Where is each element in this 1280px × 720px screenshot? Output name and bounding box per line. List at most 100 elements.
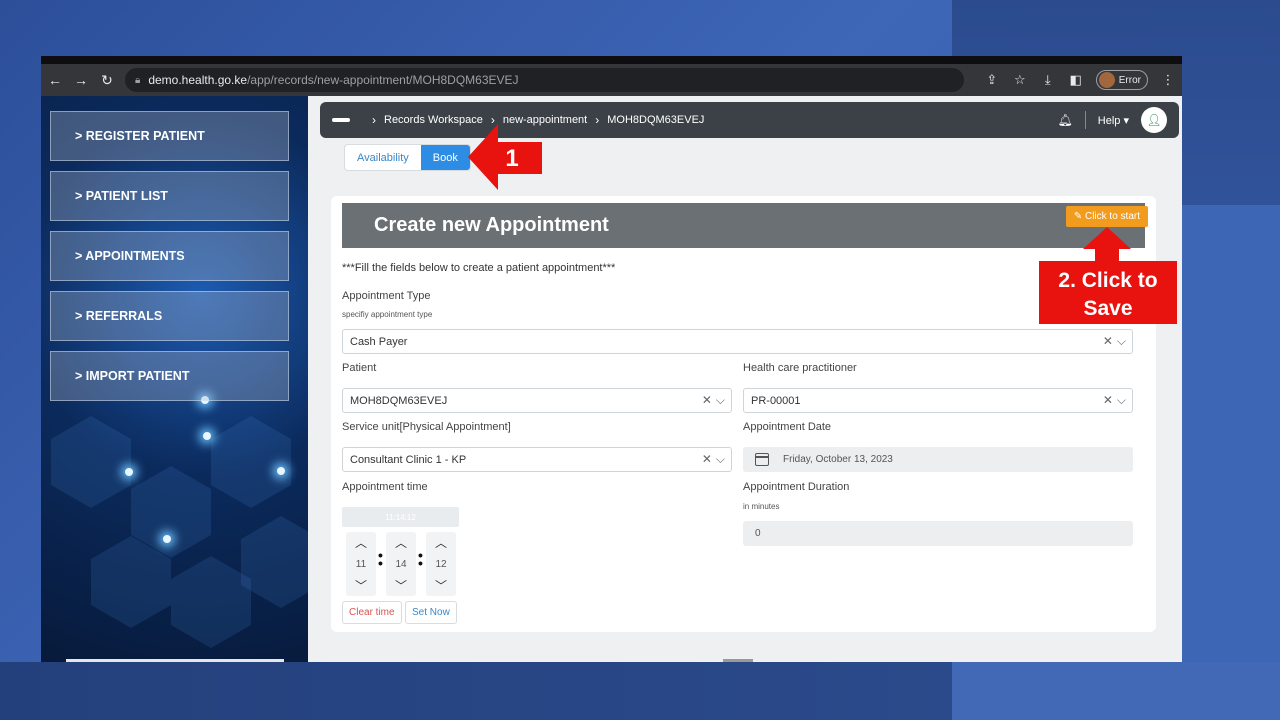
appointment-form-card: Create new Appointment ✎ Click to start …: [331, 196, 1156, 632]
appointment-type-select[interactable]: Cash Payer ✕ ⌵: [342, 329, 1133, 354]
patient-label: Patient: [342, 362, 377, 374]
sidebar-item-patient-list[interactable]: > PATIENT LIST: [50, 171, 289, 221]
chevron-down-icon[interactable]: ﹀: [395, 577, 407, 594]
form-header: Create new Appointment ✎ Click to start: [342, 203, 1148, 248]
mode-tabs: Availability Book: [344, 144, 471, 171]
patient-select[interactable]: MOH8DQM63EVEJ ✕ ⌵: [342, 388, 732, 413]
appointment-date-value: Friday, October 13, 2023: [783, 454, 893, 465]
annotation-step-2: 2. Click to Save: [1039, 227, 1177, 324]
duration-value: 0: [755, 528, 761, 539]
slide-decor-right-lower: [1182, 205, 1280, 720]
clear-icon[interactable]: ✕: [1103, 393, 1113, 408]
hex-decor: [211, 416, 291, 508]
duration-help: in minutes: [743, 502, 780, 511]
hour-value: 11: [355, 558, 367, 570]
browser-window: ← → ↻ 🔒︎ demo.health.go.ke/app/records/n…: [41, 56, 1182, 662]
glow-dot: [163, 535, 171, 543]
avatar: [1098, 72, 1115, 88]
annotation-step-1-number: 1: [505, 145, 518, 172]
time-colon: • •: [378, 547, 383, 571]
scroll-indicator: [723, 659, 753, 662]
forward-icon[interactable]: →: [73, 72, 89, 88]
reload-icon[interactable]: ↻: [99, 72, 115, 89]
back-icon[interactable]: ←: [47, 72, 63, 88]
user-icon: 👤︎: [1146, 113, 1162, 127]
duration-input[interactable]: 0: [743, 521, 1133, 546]
glow-dot: [203, 432, 211, 440]
menu-icon[interactable]: [332, 118, 350, 122]
time-colon: • •: [418, 547, 423, 571]
slide-decor-bottom-right: [952, 662, 1280, 720]
bell-icon[interactable]: 🔔︎: [1058, 113, 1073, 127]
appointment-type-value: Cash Payer: [350, 335, 408, 348]
sidebar-item-label: > IMPORT PATIENT: [75, 369, 190, 383]
clear-icon[interactable]: ✕: [1103, 334, 1113, 349]
web-page: > REGISTER PATIENT > PATIENT LIST > APPO…: [41, 96, 1182, 662]
chevron-up-icon[interactable]: ︿: [395, 534, 407, 551]
user-avatar-button[interactable]: 👤︎: [1141, 107, 1167, 133]
sidebar-item-appointments[interactable]: > APPOINTMENTS: [50, 231, 289, 281]
chevron-down-icon[interactable]: ⌵: [1117, 334, 1126, 349]
slide-decor-bottom: [0, 662, 952, 720]
appointment-date-field[interactable]: Friday, October 13, 2023: [743, 447, 1133, 472]
caret-down-icon: ▾: [1123, 114, 1129, 127]
annotation-step-1: 1: [468, 124, 542, 190]
annotation-step-2-line1: 2. Click to: [1058, 269, 1157, 292]
appointment-type-label: Appointment Type: [342, 290, 431, 302]
help-menu[interactable]: Help ▾: [1098, 114, 1129, 127]
minute-spinner: ︿ 14 ﹀: [386, 532, 416, 596]
chevron-down-icon[interactable]: ⌵: [716, 393, 725, 408]
profile-status: Error: [1118, 74, 1141, 86]
patient-value: MOH8DQM63EVEJ: [350, 394, 448, 407]
chevron-down-icon[interactable]: ﹀: [355, 577, 367, 594]
chevron-down-icon[interactable]: ⌵: [716, 452, 725, 467]
chevron-down-icon[interactable]: ⌵: [1117, 393, 1126, 408]
clear-icon[interactable]: ✕: [702, 393, 712, 408]
hex-decor: [51, 416, 131, 508]
download-icon[interactable]: ⤓: [1040, 72, 1056, 88]
appointment-date-label: Appointment Date: [743, 421, 832, 433]
chevron-down-icon[interactable]: ﹀: [435, 577, 447, 594]
profile-error-button[interactable]: Error: [1095, 70, 1148, 90]
more-menu-icon[interactable]: ⋮: [1160, 72, 1176, 88]
practitioner-label: Health care practitioner: [743, 362, 857, 374]
sidebar-item-import-patient[interactable]: > IMPORT PATIENT: [50, 351, 289, 401]
second-value: 12: [435, 558, 447, 570]
tab-availability[interactable]: Availability: [345, 145, 421, 170]
side-panel-icon[interactable]: ◧: [1068, 72, 1084, 88]
share-icon[interactable]: ⇪: [984, 72, 1000, 88]
glow-dot: [125, 468, 133, 476]
click-to-start-button[interactable]: ✎ Click to start: [1065, 206, 1148, 227]
main-content: › Records Workspace › new-appointment › …: [308, 96, 1182, 662]
duration-label: Appointment Duration: [743, 481, 850, 493]
service-unit-select[interactable]: Consultant Clinic 1 - KP ✕ ⌵: [342, 447, 732, 472]
sidebar-item-referrals[interactable]: > REFERRALS: [50, 291, 289, 341]
set-now-button[interactable]: Set Now: [405, 601, 457, 624]
hex-decor: [171, 556, 251, 648]
sidebar-item-label: > APPOINTMENTS: [75, 249, 185, 263]
help-label: Help: [1097, 114, 1121, 127]
chevron-up-icon[interactable]: ︿: [355, 534, 367, 551]
sidebar-item-register-patient[interactable]: > REGISTER PATIENT: [50, 111, 289, 161]
minute-value: 14: [395, 558, 407, 570]
divider: [1084, 111, 1086, 129]
bookmark-star-icon[interactable]: ☆: [1012, 72, 1028, 88]
hour-spinner: ︿ 11 ﹀: [346, 532, 376, 596]
chevron-up-icon[interactable]: ︿: [435, 534, 447, 551]
hex-decor: [241, 516, 308, 608]
practitioner-select[interactable]: PR-00001 ✕ ⌵: [743, 388, 1133, 413]
top-navbar: › Records Workspace › new-appointment › …: [320, 102, 1179, 138]
second-spinner: ︿ 12 ﹀: [426, 532, 456, 596]
sidebar-item-label: > REFERRALS: [75, 309, 163, 323]
tab-strip: [41, 56, 1182, 64]
time-display[interactable]: 11:14:12: [342, 507, 459, 527]
tab-book[interactable]: Book: [420, 145, 470, 170]
address-bar[interactable]: 🔒︎ demo.health.go.ke/app/records/new-app…: [125, 68, 964, 92]
url-host: demo.health.go.ke: [148, 73, 248, 87]
url-path: /app/records/new-appointment/MOH8DQM63EV…: [247, 73, 519, 87]
glow-dot: [277, 467, 285, 475]
clear-time-button[interactable]: Clear time: [342, 601, 402, 624]
browser-toolbar: ← → ↻ 🔒︎ demo.health.go.ke/app/records/n…: [41, 64, 1182, 96]
clear-icon[interactable]: ✕: [702, 452, 712, 467]
sidebar-item-label: > REGISTER PATIENT: [75, 129, 205, 143]
